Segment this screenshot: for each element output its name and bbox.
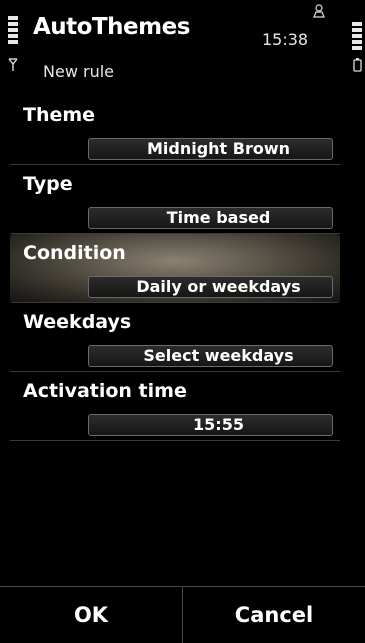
type-value[interactable]: Time based xyxy=(88,207,333,229)
view-subtitle: New rule xyxy=(43,62,114,81)
battery-bars-icon xyxy=(352,22,362,52)
condition-field[interactable]: Condition Daily or weekdays xyxy=(10,234,340,303)
app-title: AutoThemes xyxy=(33,14,190,40)
theme-label: Theme xyxy=(23,104,96,126)
activation-time-value[interactable]: 15:55 xyxy=(88,414,333,436)
status-header: AutoThemes 15:38 New rule xyxy=(0,0,365,96)
softkey-bar: OK Cancel xyxy=(0,586,365,643)
theme-value[interactable]: Midnight Brown xyxy=(88,138,333,160)
activation-time-field[interactable]: Activation time 15:55 xyxy=(10,372,340,441)
type-label: Type xyxy=(23,173,73,195)
antenna-icon xyxy=(8,58,18,71)
activation-time-label: Activation time xyxy=(23,380,187,402)
condition-value[interactable]: Daily or weekdays xyxy=(88,276,333,298)
rule-form: Theme Midnight Brown Type Time based Con… xyxy=(10,96,340,441)
clock: 15:38 xyxy=(262,30,309,49)
type-field[interactable]: Type Time based xyxy=(10,165,340,234)
weekdays-field[interactable]: Weekdays Select weekdays xyxy=(10,303,340,372)
weekdays-value[interactable]: Select weekdays xyxy=(88,345,333,367)
condition-label: Condition xyxy=(23,242,126,264)
signal-bars-icon xyxy=(8,16,18,46)
weekdays-label: Weekdays xyxy=(23,311,132,333)
person-icon xyxy=(313,4,325,18)
theme-field[interactable]: Theme Midnight Brown xyxy=(10,96,340,165)
cancel-button[interactable]: Cancel xyxy=(182,587,365,643)
battery-icon xyxy=(353,58,362,72)
ok-button[interactable]: OK xyxy=(0,587,182,643)
